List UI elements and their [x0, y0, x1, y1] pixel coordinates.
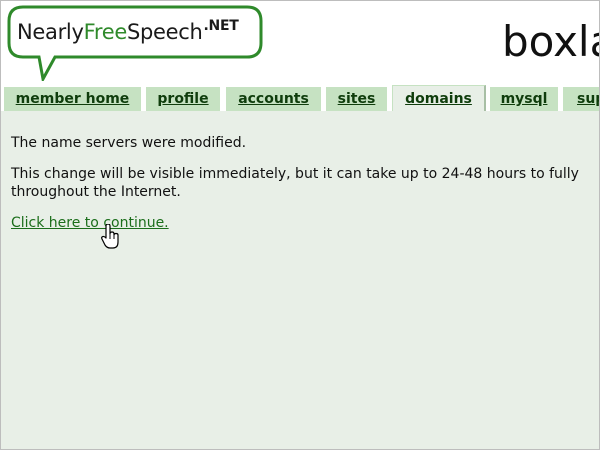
info-line-1: This change will be visible immediately,…: [11, 166, 579, 182]
page-header: NearlyFreeSpeech.NET boxla: [1, 1, 599, 85]
logo-net: .NET: [203, 18, 239, 34]
tab-domains[interactable]: domains: [392, 85, 486, 111]
logo-free: Free: [83, 20, 128, 44]
tab-sites[interactable]: sites: [326, 87, 387, 111]
nav-tabs: member home profile accounts sites domai…: [1, 85, 599, 111]
tab-member-home[interactable]: member home: [4, 87, 141, 111]
logo-text: NearlyFreeSpeech.NET: [17, 18, 239, 44]
site-title: boxla: [502, 17, 599, 66]
tab-support[interactable]: sup: [563, 87, 599, 111]
info-line-2: throughout the Internet.: [11, 184, 181, 200]
logo-nearly: Nearly: [17, 20, 84, 44]
status-message: The name servers were modified.: [11, 135, 247, 151]
continue-link[interactable]: Click here to continue.: [11, 215, 169, 231]
tab-mysql[interactable]: mysql: [490, 87, 558, 111]
main-content: The name servers were modified. This cha…: [1, 111, 599, 449]
logo-speech: Speech: [126, 20, 203, 44]
browser-frame: NearlyFreeSpeech.NET boxla member home p…: [0, 0, 600, 450]
tab-accounts[interactable]: accounts: [226, 87, 321, 111]
tab-profile[interactable]: profile: [146, 87, 220, 111]
hand-cursor-icon: [101, 224, 119, 249]
logo[interactable]: NearlyFreeSpeech.NET: [5, 5, 265, 85]
